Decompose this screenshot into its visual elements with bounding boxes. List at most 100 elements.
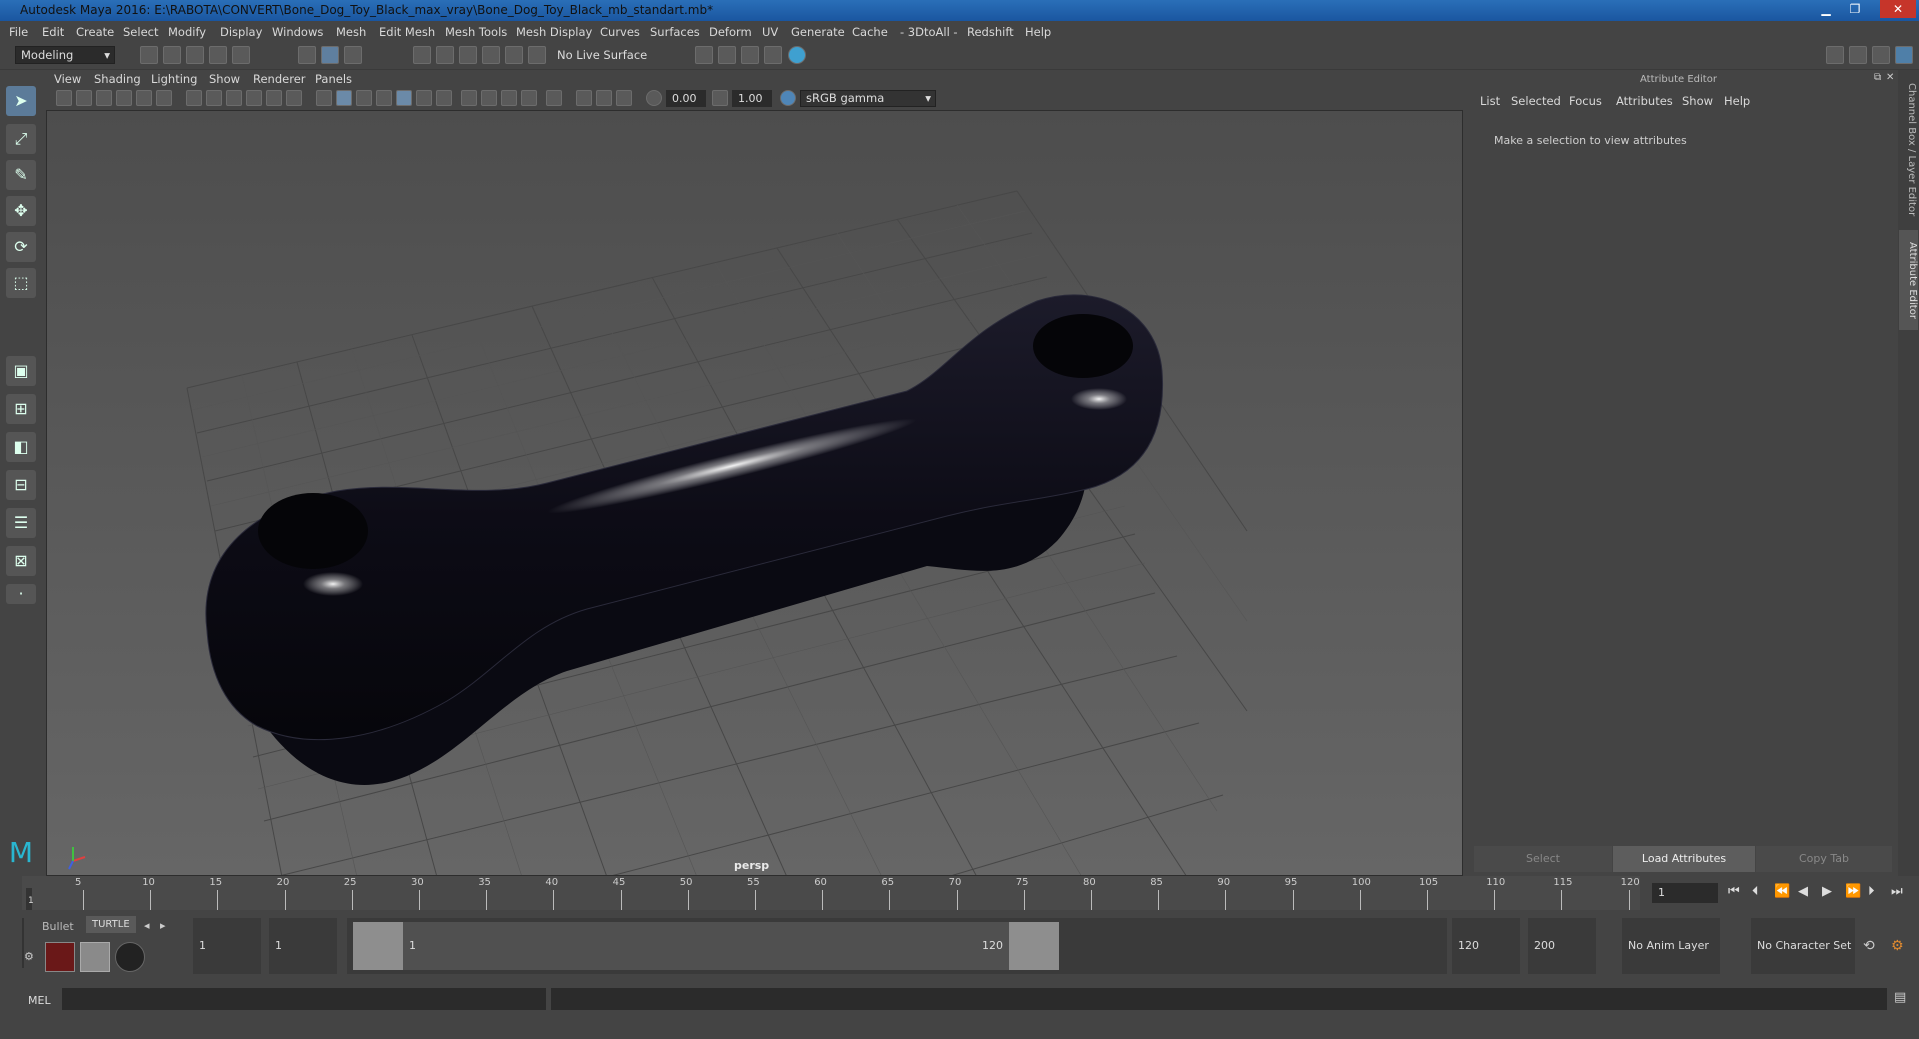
field-chart-icon[interactable] <box>266 90 282 106</box>
panel-menu-lighting[interactable]: Lighting <box>151 72 197 86</box>
select-object-icon[interactable] <box>321 46 339 64</box>
step-forward-key-icon[interactable]: ⏩ <box>1845 884 1861 899</box>
time-slider[interactable]: 1 5 10 15 20 25 30 35 40 45 50 55 60 65 70 75 80 85 90 95 1… <box>0 876 1919 912</box>
menu-mesh[interactable]: Mesh <box>336 25 366 39</box>
range-end-handle[interactable] <box>1009 922 1059 970</box>
undo-icon[interactable] <box>209 46 227 64</box>
shadows-icon[interactable] <box>436 90 452 106</box>
current-frame-field[interactable]: 1 <box>1652 883 1718 903</box>
ae-tab-list[interactable]: List <box>1480 94 1500 108</box>
color-management-icon[interactable] <box>780 90 796 106</box>
play-forwards-icon[interactable]: ▶ <box>1822 884 1832 899</box>
menu-mesh-tools[interactable]: Mesh Tools <box>445 25 507 39</box>
shelf-tab-turtle[interactable]: TURTLE <box>86 916 136 933</box>
channel-box-icon[interactable] <box>1895 46 1913 64</box>
ae-select-button[interactable]: Select <box>1474 846 1612 872</box>
hypershade-icon[interactable] <box>788 46 806 64</box>
ae-tab-focus[interactable]: Focus <box>1569 94 1602 108</box>
image-plane-icon[interactable] <box>116 90 132 106</box>
live-surface-field[interactable]: No Live Surface <box>552 47 656 65</box>
persp-graph-layout-icon[interactable]: ⊟ <box>6 470 36 500</box>
shelf-scroll-left-icon[interactable]: ◂ <box>144 919 150 932</box>
shelf-settings-icon[interactable]: ⚙ <box>24 950 34 963</box>
close-panel-icon[interactable]: ✕ <box>1886 72 1894 83</box>
four-view-layout-icon[interactable]: ⊞ <box>6 394 36 424</box>
select-tool-icon[interactable]: ➤ <box>6 86 36 116</box>
material-ball-icon[interactable] <box>80 942 110 972</box>
panel-menu-panels[interactable]: Panels <box>315 72 352 86</box>
xray-joints-icon[interactable] <box>596 90 612 106</box>
hypershade-layout-icon[interactable]: ⊠ <box>6 546 36 576</box>
menu-mesh-display[interactable]: Mesh Display <box>516 25 592 39</box>
go-to-start-icon[interactable]: ⏮ <box>1728 884 1740 899</box>
tool-settings-icon[interactable] <box>1872 46 1890 64</box>
xray-components-icon[interactable] <box>616 90 632 106</box>
time-slider-track[interactable]: 1 5 10 15 20 25 30 35 40 45 50 55 60 65 70 75 80 85 90 95 1… <box>22 876 1640 910</box>
exposure-icon[interactable] <box>646 90 662 106</box>
xray-icon[interactable] <box>576 90 592 106</box>
gate-mask-icon[interactable] <box>246 90 262 106</box>
menu-redshift[interactable]: Redshift <box>967 25 1014 39</box>
attribute-editor-tab[interactable]: Attribute Editor <box>1899 230 1918 330</box>
smooth-shade-icon[interactable] <box>336 90 352 106</box>
close-button[interactable]: ✕ <box>1880 0 1916 18</box>
menu-edit-mesh[interactable]: Edit Mesh <box>379 25 435 39</box>
menu-3dtoall[interactable]: - 3DtoAll - <box>900 25 958 39</box>
range-slider-track[interactable]: 1 120 <box>347 918 1447 974</box>
move-tool-icon[interactable]: ✥ <box>6 196 36 226</box>
2d-pan-zoom-icon[interactable] <box>136 90 152 106</box>
anim-layer-dropdown[interactable]: No Anim Layer <box>1622 918 1720 974</box>
exposure-field[interactable]: 0.00 <box>666 90 706 107</box>
safe-action-icon[interactable] <box>286 90 302 106</box>
menu-windows[interactable]: Windows <box>272 25 323 39</box>
wireframe-icon[interactable] <box>316 90 332 106</box>
animation-start-field[interactable]: 1 <box>193 918 261 974</box>
snap-view-icon[interactable] <box>482 46 500 64</box>
snap-point-icon[interactable] <box>459 46 477 64</box>
attribute-editor-toggle-icon[interactable] <box>1849 46 1867 64</box>
command-language-label[interactable]: MEL <box>28 994 51 1007</box>
snap-vertex-icon[interactable] <box>528 46 546 64</box>
screen-space-ao-icon[interactable] <box>461 90 477 106</box>
render-settings-icon[interactable] <box>695 46 713 64</box>
minimize-button[interactable]: ▁ <box>1813 0 1839 18</box>
snap-grid-icon[interactable] <box>413 46 431 64</box>
snap-curve-icon[interactable] <box>436 46 454 64</box>
mode-dropdown[interactable]: Modeling ▾ <box>15 46 115 64</box>
select-camera-icon[interactable] <box>56 90 72 106</box>
modeling-toolkit-icon[interactable] <box>1826 46 1844 64</box>
grid-icon[interactable] <box>186 90 202 106</box>
new-scene-icon[interactable] <box>140 46 158 64</box>
select-hierarchy-icon[interactable] <box>298 46 316 64</box>
save-scene-icon[interactable] <box>186 46 204 64</box>
rotate-tool-icon[interactable]: ⟳ <box>6 232 36 262</box>
isolate-select-icon[interactable] <box>546 90 562 106</box>
go-to-end-icon[interactable]: ⏭ <box>1891 884 1903 899</box>
playback-start-field[interactable]: 1 <box>269 918 337 974</box>
use-all-lights-icon[interactable] <box>416 90 432 106</box>
scale-tool-icon[interactable]: ⬚ <box>6 268 36 298</box>
perspective-viewport[interactable]: persp <box>46 110 1463 876</box>
channel-box-tab[interactable]: Channel Box / Layer Editor <box>1900 80 1917 220</box>
panel-menu-renderer[interactable]: Renderer <box>253 72 306 86</box>
menu-uv[interactable]: UV <box>762 25 778 39</box>
motion-blur-icon[interactable] <box>481 90 497 106</box>
outliner-layout-icon[interactable]: ☰ <box>6 508 36 538</box>
menu-modify[interactable]: Modify <box>168 25 206 39</box>
menu-display[interactable]: Display <box>220 25 262 39</box>
menu-curves[interactable]: Curves <box>600 25 640 39</box>
camera-attributes-icon[interactable] <box>76 90 92 106</box>
render-region-icon[interactable] <box>45 942 75 972</box>
more-layouts-icon[interactable]: · <box>6 584 36 604</box>
playback-end-field[interactable]: 120 <box>1452 918 1520 974</box>
animation-end-field[interactable]: 200 <box>1528 918 1596 974</box>
range-slider-bar[interactable]: 1 120 <box>353 922 1059 970</box>
render-frame-icon[interactable] <box>718 46 736 64</box>
film-gate-icon[interactable] <box>206 90 222 106</box>
play-backwards-icon[interactable]: ◀ <box>1798 884 1808 899</box>
menu-create[interactable]: Create <box>76 25 114 39</box>
grease-pencil-icon[interactable] <box>156 90 172 106</box>
animation-preferences-icon[interactable]: ⚙ <box>1891 938 1904 954</box>
open-scene-icon[interactable] <box>163 46 181 64</box>
ae-load-attributes-button[interactable]: Load Attributes <box>1613 846 1755 872</box>
